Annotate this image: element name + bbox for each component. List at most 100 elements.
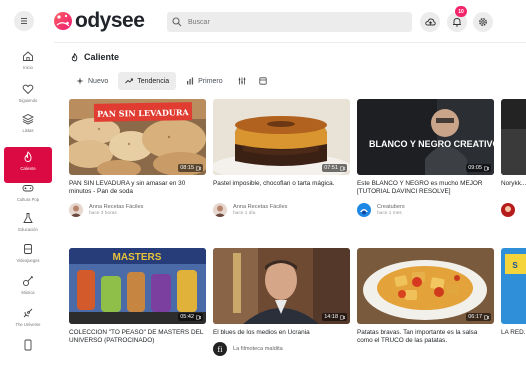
page-title-text: Caliente: [84, 52, 120, 62]
channel-info[interactable]: Creatubers hace 1 mes: [357, 203, 494, 217]
menu-button[interactable]: [14, 11, 34, 31]
upload-time: hace 3 horas: [89, 211, 117, 216]
channel-avatar[interactable]: [501, 203, 515, 217]
video-title[interactable]: LA RED...: [501, 329, 526, 347]
video-title[interactable]: Patatas bravas. Tan importante es la sal…: [357, 329, 494, 347]
sparkle-icon: [76, 77, 84, 85]
video-card-partial[interactable]: Norykk... canal d...: [501, 99, 526, 217]
channel-info[interactable]: [501, 203, 526, 217]
tab-label: Tendencia: [137, 77, 170, 85]
tab-nuevo[interactable]: Nuevo: [69, 72, 115, 90]
satellite-icon: [23, 308, 33, 318]
thumbnail-banner: PAN SIN LEVADURA: [93, 102, 192, 122]
notification-badge: 10: [455, 6, 467, 17]
channel-name[interactable]: La filmoteca maldita: [233, 346, 283, 352]
upload-time: hace 1 mes: [377, 211, 402, 216]
sidebar-item-musica[interactable]: Música: [4, 271, 52, 307]
flame-icon: [71, 52, 78, 61]
video-thumbnail[interactable]: BLANCO Y NEGRO CREATIVO 09:05: [357, 99, 494, 175]
video-thumbnail[interactable]: S: [501, 248, 526, 324]
video-title[interactable]: Pastel imposible, chocoflan o tarta mági…: [213, 180, 350, 198]
svg-text:MASTERS: MASTERS: [113, 252, 162, 263]
odysee-logo[interactable]: odysee: [53, 9, 145, 32]
channel-avatar[interactable]: [213, 203, 227, 217]
duration-badge: 07:51: [322, 164, 347, 172]
sidebar-item-label: Caliente: [20, 166, 36, 171]
video-thumbnail[interactable]: MASTERS 05:42: [69, 248, 206, 324]
video-card[interactable]: 14:18 El blues de los medios en Ucrania …: [213, 248, 350, 356]
avatar-image: [213, 203, 227, 217]
sidebar-item-inicio[interactable]: Inicio: [4, 46, 52, 82]
channel-name[interactable]: Anna Recetas Fáciles: [233, 204, 287, 210]
channel-info[interactable]: fi La filmoteca maldita: [213, 342, 350, 356]
sliders-icon: [238, 77, 245, 85]
svg-text:S: S: [512, 261, 518, 270]
guitar-icon: [22, 275, 34, 287]
cloud-upload-icon: [424, 18, 436, 25]
video-title[interactable]: Este BLANCO Y NEGRO es mucho MEJOR [TUTO…: [357, 180, 494, 198]
stack-icon: [22, 113, 34, 125]
avatar-image: fi: [213, 342, 227, 356]
channel-avatar[interactable]: fi: [213, 342, 227, 356]
sidebar-item-device[interactable]: [4, 335, 52, 371]
trend-icon: [125, 78, 134, 84]
tab-tendencia[interactable]: Tendencia: [118, 72, 177, 90]
video-title[interactable]: PAN SIN LEVADURA y sin amasar en 30 minu…: [69, 180, 206, 198]
sidebar-item-label: Educación: [18, 227, 38, 232]
flame-icon: [24, 151, 32, 162]
video-card[interactable]: 07:51 Pastel imposible, chocoflan o tart…: [213, 99, 350, 217]
video-card[interactable]: 06:17 Patatas bravas. Tan importante es …: [357, 248, 494, 347]
avatar-image: [501, 203, 515, 217]
channel-avatar[interactable]: [357, 203, 371, 217]
bell-icon: [453, 18, 461, 27]
channel-info[interactable]: Anna Recetas Fáciles hace 3 horas: [69, 203, 206, 217]
video-card-partial[interactable]: S LA RED...: [501, 248, 526, 347]
video-card[interactable]: PAN SIN LEVADURA 08:15 PAN SIN LEVADURA …: [69, 99, 206, 217]
duration-badge: 08:15: [178, 164, 203, 172]
thumbnail-text: BLANCO Y NEGRO CREATIVO: [369, 139, 494, 149]
tab-label: Nuevo: [88, 77, 109, 85]
sidebar-item-the-universe[interactable]: The Universe: [4, 303, 52, 339]
sidebar-item-label: Cultura Pop: [16, 197, 40, 202]
channel-info[interactable]: Anna Recetas Fáciles hace 1 día: [213, 203, 350, 217]
tab-primero[interactable]: Primero: [179, 72, 230, 90]
channel-name[interactable]: Creatubers: [377, 204, 405, 210]
layout-button[interactable]: [254, 72, 272, 90]
settings-button[interactable]: [473, 12, 493, 32]
logo-text: odysee: [75, 9, 145, 32]
video-thumbnail[interactable]: 06:17: [357, 248, 494, 324]
sidebar-item-label: Siguiendo: [18, 98, 38, 103]
video-title[interactable]: Norykk... canal d...: [501, 180, 526, 198]
video-title[interactable]: COLECCIÓN "TO PEASO" DE MASTERS DEL UNIV…: [69, 329, 206, 347]
video-thumbnail[interactable]: 14:18: [213, 248, 350, 324]
channel-name[interactable]: Anna Recetas Fáciles: [89, 204, 143, 210]
video-thumbnail[interactable]: 07:51: [213, 99, 350, 175]
video-thumbnail[interactable]: [501, 99, 526, 175]
partial-thumbnail-image: S: [501, 248, 526, 324]
gear-icon: [479, 18, 487, 26]
avatar-image: [69, 203, 83, 217]
search-input[interactable]: [188, 18, 408, 26]
sidebar-item-videojuegos[interactable]: Videojuegos: [4, 239, 52, 275]
search-bar[interactable]: [167, 12, 412, 32]
avatar-image: [357, 203, 371, 217]
video-icon: [484, 166, 489, 170]
sidebar-item-listas[interactable]: Listas: [4, 109, 52, 145]
device-icon: [24, 339, 32, 351]
video-thumbnail[interactable]: PAN SIN LEVADURA 08:15: [69, 99, 206, 175]
filter-button[interactable]: [233, 72, 251, 90]
channel-avatar[interactable]: [69, 203, 83, 217]
search-icon: [172, 17, 182, 27]
layout-icon: [259, 77, 267, 85]
sidebar: Inicio Siguiendo Listas Caliente Cultura…: [0, 42, 54, 355]
video-card[interactable]: BLANCO Y NEGRO CREATIVO 09:05 Este BLANC…: [357, 99, 494, 217]
heart-icon: [22, 84, 34, 95]
duration-badge: 14:18: [322, 313, 347, 321]
duration-badge: 05:42: [178, 313, 203, 321]
video-icon: [484, 315, 489, 319]
tab-label: Primero: [198, 77, 223, 85]
sidebar-item-label: Listas: [22, 128, 34, 133]
upload-button[interactable]: [420, 12, 440, 32]
video-card[interactable]: MASTERS 05:42 COLECCIÓN "TO PEASO" DE MA…: [69, 248, 206, 347]
upload-time: hace 1 día: [233, 211, 256, 216]
